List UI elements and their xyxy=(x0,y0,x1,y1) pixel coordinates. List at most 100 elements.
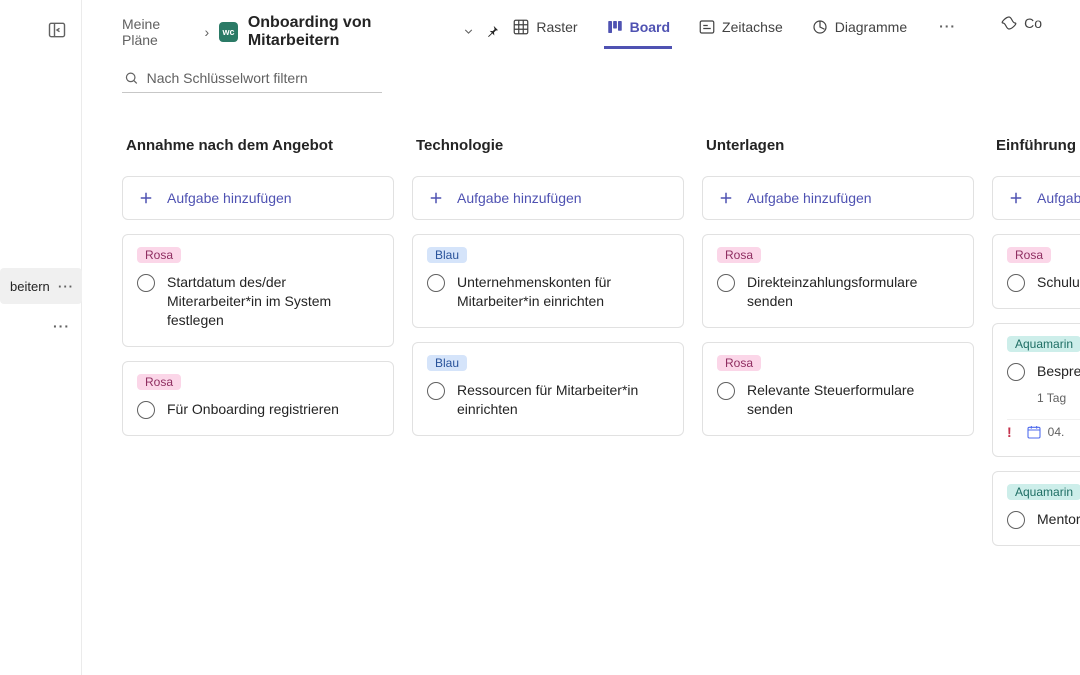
task-body: Unternehmenskonten für Mitarbeiter*in ei… xyxy=(427,273,669,311)
task-tag: Rosa xyxy=(717,355,761,371)
complete-toggle[interactable] xyxy=(137,401,155,419)
board-column: Einführung Aufgabe hinzufügen Rosa Schulun… xyxy=(992,137,1080,655)
complete-toggle[interactable] xyxy=(1007,274,1025,292)
task-title: Unternehmenskonten für Mitarbeiter*in ei… xyxy=(457,273,669,311)
board[interactable]: Annahme nach dem Angebot Aufgabe hinzufüg… xyxy=(82,93,1080,675)
add-task-button[interactable]: Aufgabe hinzufügen xyxy=(122,176,394,220)
more-icon: ··· xyxy=(53,318,70,334)
view-charts-label: Diagramme xyxy=(835,19,907,35)
search-field[interactable] xyxy=(122,66,382,93)
view-board[interactable]: Board xyxy=(604,14,672,49)
view-grid[interactable]: Raster xyxy=(510,14,579,49)
add-task-button[interactable]: Aufgabe hinzufügen xyxy=(412,176,684,220)
column-title[interactable]: Unterlagen xyxy=(702,137,974,162)
add-task-label: Aufgabe hinzufügen xyxy=(747,190,872,206)
board-column: Unterlagen Aufgabe hinzufügen Rosa Direkte… xyxy=(702,137,974,655)
task-meta: 1 Tag xyxy=(1007,391,1080,405)
sidebar-item-selected[interactable]: beitern ··· xyxy=(0,268,82,304)
column-title[interactable]: Technologie xyxy=(412,137,684,162)
header: Meine Pläne › wc Onboarding von Mitarbei… xyxy=(82,14,1080,50)
copilot-label: Co xyxy=(1024,15,1042,31)
sidebar-more[interactable]: ··· xyxy=(0,318,82,334)
task-body: Für Onboarding registrieren xyxy=(137,400,379,419)
task-body: Direkteinzahlungsformulare senden xyxy=(717,273,959,311)
task-meta-due: ! 04. xyxy=(1007,419,1080,440)
plus-icon xyxy=(717,189,735,207)
task-tag: Rosa xyxy=(137,374,181,390)
copilot-button[interactable]: Co xyxy=(986,14,1042,32)
add-task-button[interactable]: Aufgabe hinzufügen xyxy=(702,176,974,220)
breadcrumb-title[interactable]: Onboarding von Mitarbeitern xyxy=(248,14,453,50)
task-card[interactable]: Rosa Startdatum des/der Miterarbeiter*in… xyxy=(122,234,394,347)
complete-toggle[interactable] xyxy=(427,274,445,292)
task-title: Startdatum des/der Miterarbeiter*in im S… xyxy=(167,273,379,330)
task-title: Relevante Steuerformulare senden xyxy=(747,381,959,419)
view-board-label: Board xyxy=(630,19,670,35)
task-tag: Rosa xyxy=(1007,247,1051,263)
chevron-down-icon[interactable] xyxy=(462,25,475,39)
task-title: Direkteinzahlungsformulare senden xyxy=(747,273,959,311)
task-body: Schulung Einführung xyxy=(1007,273,1080,292)
task-body: Besprechung Teammitglied xyxy=(1007,362,1080,381)
task-tag: Aquamarin xyxy=(1007,484,1080,500)
plus-icon xyxy=(1007,189,1025,207)
task-tag: Blau xyxy=(427,247,467,263)
task-tag: Rosa xyxy=(717,247,761,263)
left-rail: beitern ··· ··· xyxy=(0,0,82,675)
complete-toggle[interactable] xyxy=(137,274,155,292)
task-title: Ressourcen für Mitarbeiter*in einrichten xyxy=(457,381,669,419)
complete-toggle[interactable] xyxy=(717,274,735,292)
complete-toggle[interactable] xyxy=(717,382,735,400)
add-task-label: Aufgabe hinzufügen xyxy=(167,190,292,206)
task-title: Schulung Einführung xyxy=(1037,273,1080,292)
add-task-label: Aufgabe hinzufügen xyxy=(457,190,582,206)
task-tag: Blau xyxy=(427,355,467,371)
column-title[interactable]: Annahme nach dem Angebot xyxy=(122,137,394,162)
board-column: Technologie Aufgabe hinzufügen Blau Untern… xyxy=(412,137,684,655)
pin-icon[interactable] xyxy=(485,24,500,40)
sidebar-item-more-icon[interactable]: ··· xyxy=(58,279,74,294)
add-task-button[interactable]: Aufgabe hinzufügen xyxy=(992,176,1080,220)
collapse-rail-icon[interactable] xyxy=(47,20,67,40)
view-timeline-label: Zeitachse xyxy=(722,19,783,35)
view-grid-label: Raster xyxy=(536,19,577,35)
breadcrumb-root[interactable]: Meine Pläne xyxy=(122,16,195,48)
task-card[interactable]: Rosa Direkteinzahlungsformulare senden xyxy=(702,234,974,328)
complete-toggle[interactable] xyxy=(1007,363,1025,381)
due-date: 04. xyxy=(1026,424,1065,440)
task-body: Startdatum des/der Miterarbeiter*in im S… xyxy=(137,273,379,330)
task-card[interactable]: Rosa Schulung Einführung xyxy=(992,234,1080,309)
task-card[interactable]: Aquamarin Besprechung Teammitglied1 Tag … xyxy=(992,323,1080,457)
task-title: Mentor xyxy=(1037,510,1080,529)
complete-toggle[interactable] xyxy=(427,382,445,400)
plus-icon xyxy=(137,189,155,207)
sidebar-item-label: beitern xyxy=(10,279,50,294)
task-duration: 1 Tag xyxy=(1037,391,1066,405)
task-title: Besprechung Teammitglied xyxy=(1037,362,1080,381)
plan-avatar: wc xyxy=(219,22,238,42)
task-tag: Rosa xyxy=(137,247,181,263)
search-icon xyxy=(124,70,139,86)
add-task-label: Aufgabe hinzufügen xyxy=(1037,190,1080,206)
task-card[interactable]: Blau Ressourcen für Mitarbeiter*in einri… xyxy=(412,342,684,436)
calendar-icon xyxy=(1026,424,1042,440)
complete-toggle[interactable] xyxy=(1007,511,1025,529)
task-body: Relevante Steuerformulare senden xyxy=(717,381,959,419)
search-input[interactable] xyxy=(147,70,380,86)
board-column: Annahme nach dem Angebot Aufgabe hinzufüg… xyxy=(122,137,394,655)
view-timeline[interactable]: Zeitachse xyxy=(696,14,785,49)
task-card[interactable]: Rosa Relevante Steuerformulare senden xyxy=(702,342,974,436)
view-switcher: Raster Board Zeitachse Diagramme ··· xyxy=(510,14,1058,50)
task-title: Für Onboarding registrieren xyxy=(167,400,339,419)
task-card[interactable]: Rosa Für Onboarding registrieren xyxy=(122,361,394,436)
breadcrumb-sep-icon: › xyxy=(205,24,210,40)
task-card[interactable]: Blau Unternehmenskonten für Mitarbeiter*… xyxy=(412,234,684,328)
alert-icon: ! xyxy=(1007,424,1012,440)
task-card[interactable]: Aquamarin Mentor xyxy=(992,471,1080,546)
plus-icon xyxy=(427,189,445,207)
view-charts[interactable]: Diagramme xyxy=(809,14,909,49)
task-body: Ressourcen für Mitarbeiter*in einrichten xyxy=(427,381,669,419)
column-title[interactable]: Einführung xyxy=(992,137,1080,162)
main: Meine Pläne › wc Onboarding von Mitarbei… xyxy=(82,0,1080,675)
view-more-icon[interactable]: ··· xyxy=(933,14,962,38)
